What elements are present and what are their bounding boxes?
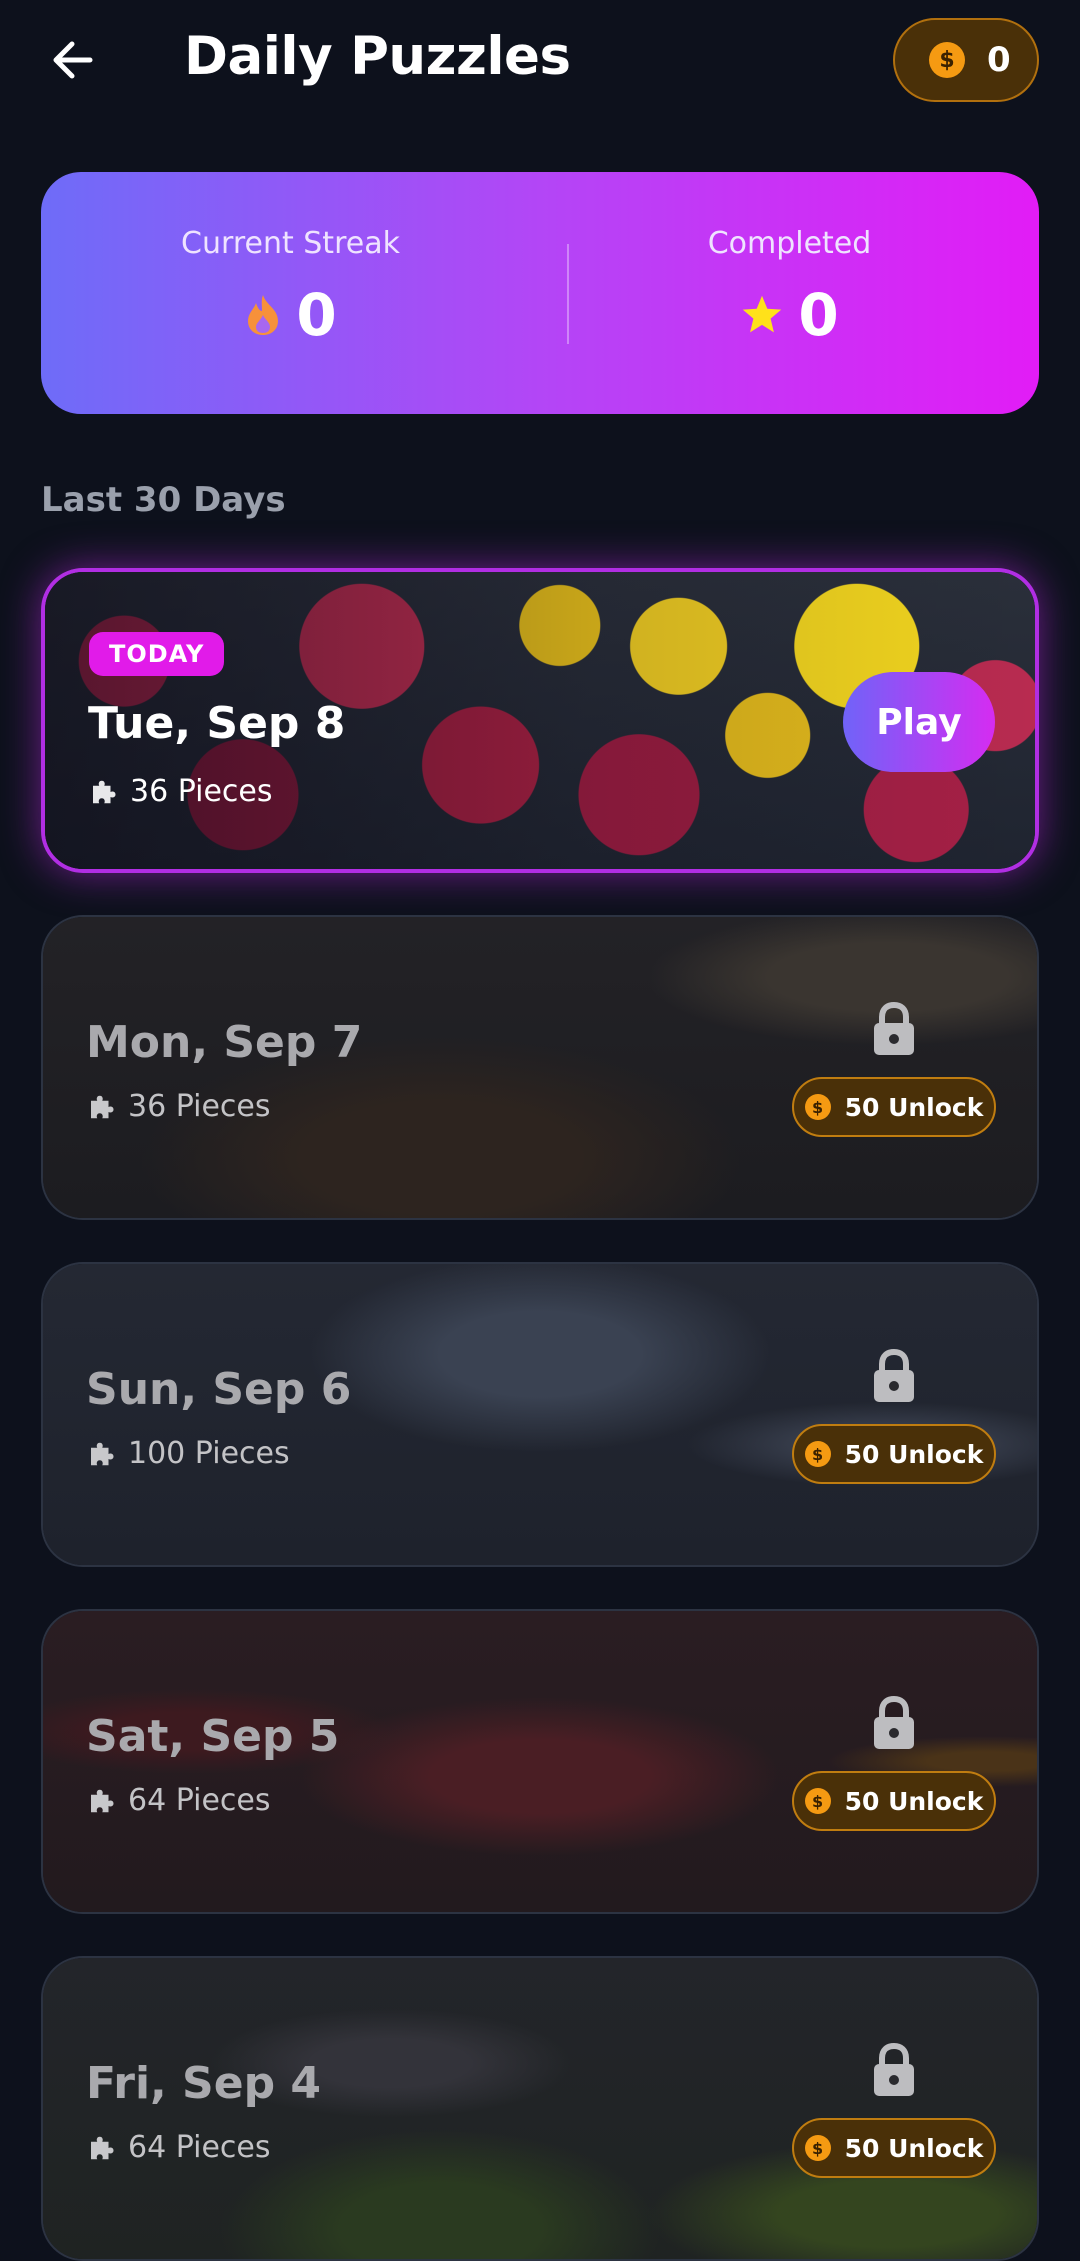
puzzle-card[interactable]: Sat, Sep 5 64 Pieces $ 50 Unlock	[41, 1609, 1039, 1914]
puzzle-date: Fri, Sep 4	[86, 2058, 322, 2109]
puzzle-piece-icon	[93, 780, 116, 803]
puzzle-pieces: 36 Pieces	[86, 1089, 271, 1124]
page-title: Daily Puzzles	[184, 26, 571, 87]
unlock-label: 50 Unlock	[844, 2133, 984, 2163]
unlock-button[interactable]: $ 50 Unlock	[792, 1771, 996, 1831]
puzzle-pieces: 100 Pieces	[86, 1436, 290, 1471]
puzzle-card[interactable]: Sun, Sep 6 100 Pieces $ 50 Unlock	[41, 1262, 1039, 1567]
arrow-left-icon	[53, 41, 93, 79]
puzzle-piece-icon	[91, 1095, 114, 1118]
completed-label: Completed	[707, 226, 872, 261]
daily-puzzles-screen: Daily Puzzles $ 0 Current Streak 0 Compl…	[0, 0, 1080, 2261]
coin-icon: $	[804, 1441, 831, 1467]
puzzle-piece-icon	[91, 1442, 114, 1465]
completed-value: 0	[798, 281, 839, 349]
unlock-button[interactable]: $ 50 Unlock	[792, 2118, 996, 2178]
puzzle-card[interactable]: Mon, Sep 7 36 Pieces $ 50 Unlock	[41, 915, 1039, 1220]
streak-label: Current Streak	[181, 226, 400, 261]
stats-card: Current Streak 0 Completed 0	[41, 172, 1039, 414]
unlock-label: 50 Unlock	[844, 1092, 984, 1122]
pieces-label: 100 Pieces	[128, 1436, 290, 1471]
today-badge: TODAY	[89, 632, 225, 676]
puzzle-piece-icon	[91, 2136, 114, 2159]
pieces-label: 64 Pieces	[128, 2130, 271, 2165]
section-heading: Last 30 Days	[41, 480, 286, 520]
coin-count: 0	[987, 40, 1011, 80]
coin-icon: $	[804, 1094, 831, 1120]
coin-balance[interactable]: $ 0	[893, 18, 1039, 102]
flame-icon	[248, 295, 279, 335]
lock-icon	[874, 1695, 914, 1749]
puzzle-piece-icon	[91, 1789, 114, 1812]
lock-icon	[874, 1348, 914, 1402]
puzzle-card[interactable]: Fri, Sep 4 64 Pieces $ 50 Unlock	[41, 1956, 1039, 2261]
puzzle-date: Tue, Sep 8	[88, 698, 346, 749]
play-button[interactable]: Play	[843, 672, 995, 772]
lock-icon	[874, 2042, 914, 2096]
unlock-button[interactable]: $ 50 Unlock	[792, 1424, 996, 1484]
back-button[interactable]	[42, 30, 102, 90]
current-streak-stat: Current Streak 0	[41, 172, 540, 414]
puzzle-date: Mon, Sep 7	[86, 1017, 363, 1068]
completed-stat: Completed 0	[540, 172, 1039, 414]
coin-icon: $	[929, 42, 965, 78]
star-icon	[743, 295, 782, 333]
pieces-label: 36 Pieces	[128, 1089, 271, 1124]
unlock-label: 50 Unlock	[844, 1439, 984, 1469]
puzzle-date: Sat, Sep 5	[86, 1711, 340, 1762]
stats-divider	[567, 244, 569, 344]
puzzle-pieces: 36 Pieces	[88, 774, 273, 809]
streak-value: 0	[296, 281, 337, 349]
coin-icon: $	[804, 2135, 831, 2161]
puzzle-card-today[interactable]: TODAY Tue, Sep 8 36 Pieces Play	[41, 568, 1039, 873]
unlock-button[interactable]: $ 50 Unlock	[792, 1077, 996, 1137]
header: Daily Puzzles $ 0	[0, 0, 1080, 130]
pieces-label: 36 Pieces	[130, 774, 273, 809]
coin-icon: $	[804, 1788, 831, 1814]
lock-icon	[874, 1001, 914, 1055]
puzzle-pieces: 64 Pieces	[86, 1783, 271, 1818]
puzzle-date: Sun, Sep 6	[86, 1364, 352, 1415]
pieces-label: 64 Pieces	[128, 1783, 271, 1818]
unlock-label: 50 Unlock	[844, 1786, 984, 1816]
puzzle-pieces: 64 Pieces	[86, 2130, 271, 2165]
